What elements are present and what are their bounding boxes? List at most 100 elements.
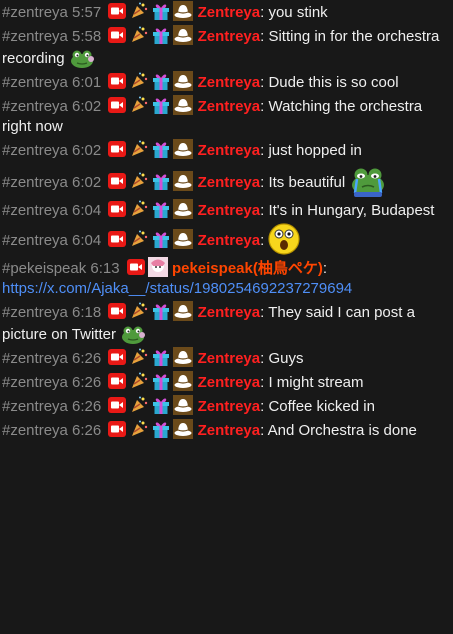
gift-icon — [151, 71, 171, 91]
chat-message: #zentreya 6:26 Zentreya: Coffee kicked i… — [2, 394, 451, 418]
colon-separator: : — [260, 422, 268, 439]
gift-icon — [151, 229, 171, 249]
message-meta: #zentreya 6:26 — [2, 422, 105, 439]
timestamp: 6:26 — [72, 398, 102, 415]
channel-name[interactable]: #zentreya — [2, 398, 68, 415]
username[interactable]: Zentreya — [198, 350, 261, 367]
camera-icon — [107, 71, 127, 91]
channel-name[interactable]: #zentreya — [2, 374, 68, 391]
timestamp: 6:26 — [72, 422, 102, 439]
message-link[interactable]: https://x.com/Ajaka__/status/19802546922… — [2, 280, 352, 297]
chat-message: #zentreya 6:26 Zentreya: Guys — [2, 346, 451, 370]
timestamp: 6:13 — [90, 260, 120, 277]
hat-icon — [173, 25, 194, 45]
chat-message: #zentreya 6:02 Zentreya: Watching the or… — [2, 94, 451, 138]
channel-name[interactable]: #zentreya — [2, 304, 68, 321]
message-meta: #pekeispeak 6:13 — [2, 260, 124, 277]
hat-icon — [173, 1, 194, 21]
channel-name[interactable]: #zentreya — [2, 350, 68, 367]
hat-icon — [173, 371, 194, 391]
gift-icon — [151, 419, 171, 439]
shocked-face-icon — [268, 223, 301, 255]
message-meta: #zentreya 6:26 — [2, 350, 105, 367]
gift-icon — [151, 25, 171, 45]
channel-name[interactable]: #zentreya — [2, 232, 68, 249]
camera-icon — [126, 257, 146, 277]
timestamp: 5:57 — [72, 4, 102, 21]
channel-name[interactable]: #zentreya — [2, 28, 68, 45]
message-text: Its beautiful — [268, 174, 346, 191]
username[interactable]: Zentreya — [198, 174, 261, 191]
username[interactable]: Zentreya — [198, 28, 261, 45]
party-horn-icon — [129, 1, 149, 21]
message-text: just hopped in — [268, 142, 362, 159]
frog-headphones-icon — [120, 323, 146, 345]
gift-icon — [151, 1, 171, 21]
party-horn-icon — [129, 395, 149, 415]
gift-icon — [151, 139, 171, 159]
username[interactable]: Zentreya — [198, 304, 261, 321]
party-horn-icon — [129, 25, 149, 45]
channel-name[interactable]: #zentreya — [2, 74, 68, 91]
gift-icon — [151, 199, 171, 219]
camera-icon — [107, 95, 127, 115]
camera-icon — [107, 139, 127, 159]
gift-icon — [151, 347, 171, 367]
hat-icon — [173, 171, 194, 191]
hat-icon — [173, 95, 194, 115]
chat-message: #zentreya 5:57 Zentreya: you stink — [2, 0, 451, 24]
message-meta: #zentreya 6:04 — [2, 232, 105, 249]
gift-icon — [151, 171, 171, 191]
channel-name[interactable]: #zentreya — [2, 142, 68, 159]
chat-log: #zentreya 5:57 Zentreya: you stink #zentr… — [0, 0, 453, 442]
timestamp: 6:04 — [72, 202, 102, 219]
hat-icon — [173, 395, 194, 415]
message-text: Guys — [268, 350, 304, 367]
colon-separator: : — [322, 260, 328, 277]
channel-name[interactable]: #zentreya — [2, 174, 68, 191]
camera-icon — [107, 229, 127, 249]
channel-name[interactable]: #zentreya — [2, 98, 68, 115]
username[interactable]: Zentreya — [198, 142, 261, 159]
camera-icon — [107, 395, 127, 415]
camera-icon — [107, 25, 127, 45]
timestamp: 6:02 — [72, 174, 102, 191]
party-horn-icon — [129, 71, 149, 91]
message-text: I might stream — [268, 374, 364, 391]
chat-message: #zentreya 6:04 Zentreya: — [2, 222, 451, 256]
message-meta: #zentreya 6:01 — [2, 74, 105, 91]
frog-cry-icon — [349, 163, 387, 197]
camera-icon — [107, 1, 127, 21]
channel-name[interactable]: #zentreya — [2, 4, 68, 21]
username[interactable]: Zentreya — [198, 4, 261, 21]
colon-separator: : — [260, 304, 269, 321]
message-meta: #zentreya 6:26 — [2, 398, 105, 415]
party-horn-icon — [129, 171, 149, 191]
chat-message: #zentreya 6:02 Zentreya: just hopped in — [2, 138, 451, 162]
username[interactable]: Zentreya — [198, 98, 261, 115]
channel-name[interactable]: #pekeispeak — [2, 260, 86, 277]
chat-message: #zentreya 6:26 Zentreya: I might stream — [2, 370, 451, 394]
camera-icon — [107, 171, 127, 191]
username[interactable]: pekeispeak(柚鳥ペケ) — [172, 260, 323, 277]
channel-name[interactable]: #zentreya — [2, 202, 68, 219]
hat-icon — [173, 419, 194, 439]
chat-message: #zentreya 6:01 Zentreya: Dude this is so… — [2, 70, 451, 94]
hat-icon — [173, 301, 194, 321]
username[interactable]: Zentreya — [198, 398, 261, 415]
message-meta: #zentreya 5:58 — [2, 28, 105, 45]
message-meta: #zentreya 6:02 — [2, 98, 105, 115]
message-text: Dude this is so cool — [268, 74, 399, 91]
camera-icon — [107, 371, 127, 391]
username[interactable]: Zentreya — [198, 74, 261, 91]
username[interactable]: Zentreya — [198, 422, 261, 439]
timestamp: 5:58 — [72, 28, 102, 45]
username[interactable]: Zentreya — [198, 232, 261, 249]
hat-icon — [173, 347, 194, 367]
username[interactable]: Zentreya — [198, 374, 261, 391]
chat-message: #zentreya 5:58 Zentreya: Sitting in for … — [2, 24, 451, 70]
username[interactable]: Zentreya — [198, 202, 261, 219]
channel-name[interactable]: #zentreya — [2, 422, 68, 439]
party-horn-icon — [129, 347, 149, 367]
colon-separator: : — [260, 232, 269, 249]
